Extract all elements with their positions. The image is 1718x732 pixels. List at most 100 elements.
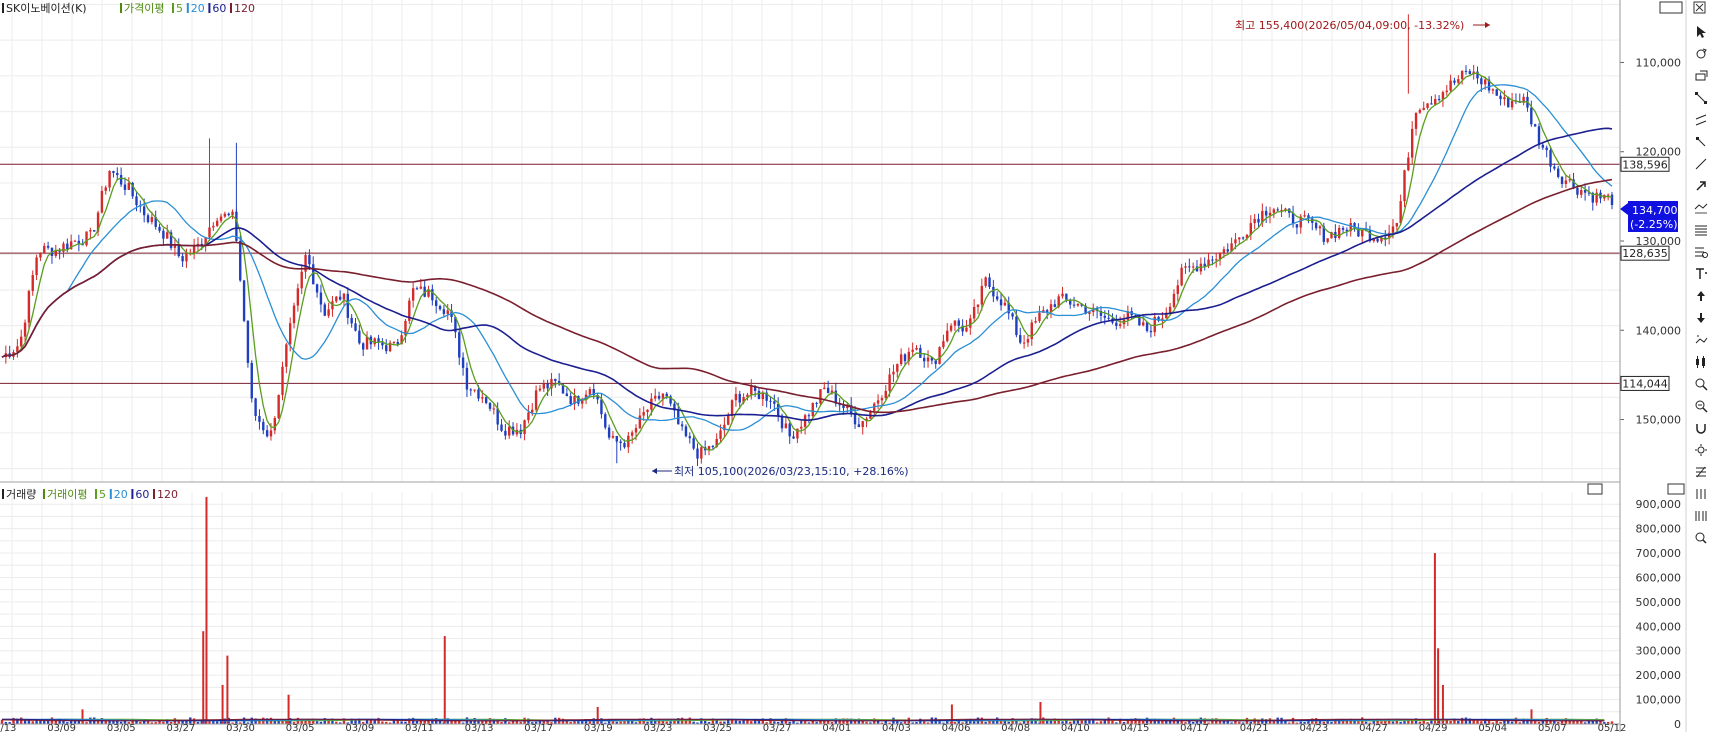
volume-panel-toggle-button[interactable]	[1587, 483, 1603, 495]
candle-body	[1430, 103, 1433, 105]
volume-spike-bar	[1433, 553, 1436, 724]
current-price-pointer	[1620, 203, 1628, 215]
candle-body	[719, 430, 722, 439]
zoom-out-tool-icon[interactable]	[1690, 398, 1712, 416]
candle-body	[1211, 259, 1214, 261]
up-arrow-tool-icon[interactable]	[1690, 288, 1712, 306]
candle-body	[1414, 112, 1418, 129]
low-annotation-text: 최저 105,100(2026/03/23,15:10, +28.16%)	[674, 465, 909, 478]
x-tick-label: 04/03	[882, 723, 911, 732]
volume-panel-controls[interactable]	[1587, 483, 1685, 495]
candle-body	[73, 240, 77, 242]
candle-body	[738, 393, 741, 403]
high-annotation: 최고 155,400(2026/05/04,09:00, -13.32%)	[1235, 19, 1490, 32]
candle-body	[1318, 226, 1322, 229]
candle-body	[1038, 312, 1041, 322]
zoom-in-tool-icon[interactable]	[1690, 376, 1712, 394]
volume-spike-bar	[1530, 709, 1533, 724]
volume-spike-bar	[81, 709, 84, 724]
candle-body	[1142, 322, 1145, 326]
candle-body	[996, 296, 999, 300]
candle-body	[888, 374, 891, 391]
candle-body	[146, 215, 150, 223]
volume-y-tick-label: 500,000	[1636, 596, 1682, 609]
columns-tool-icon[interactable]	[1690, 486, 1712, 504]
candle-body	[488, 403, 492, 409]
fibonacci-zone-tool-icon[interactable]	[1690, 244, 1712, 262]
candle-body	[1376, 238, 1379, 242]
candle-body	[946, 330, 949, 342]
search-icon[interactable]	[1690, 530, 1712, 548]
volume-panel-close-button[interactable]	[1667, 483, 1685, 495]
candle-body	[1011, 313, 1014, 317]
candle-body	[1184, 266, 1187, 268]
candle-body	[288, 323, 292, 345]
candle-body	[162, 230, 165, 239]
candle-body	[1061, 293, 1064, 297]
candle-body	[484, 397, 488, 404]
parallel-lines-tool-icon[interactable]	[1690, 112, 1712, 130]
candle-body	[953, 320, 957, 326]
magnet-tool-icon[interactable]	[1690, 420, 1712, 438]
candle-body	[600, 399, 603, 415]
candle-body	[1464, 70, 1468, 72]
price-panel-controls[interactable]	[1659, 1, 1706, 14]
fibonacci-tool-icon[interactable]	[1690, 222, 1712, 240]
candle-body	[461, 357, 465, 368]
text-tool-icon[interactable]	[1690, 266, 1712, 284]
line-tool-icon[interactable]	[1690, 156, 1712, 174]
candle-body	[269, 430, 273, 437]
volume-spike-bar	[205, 496, 208, 724]
y-tick-label: 150,000	[1636, 414, 1682, 427]
candle-body	[934, 360, 937, 364]
candle-body	[800, 426, 803, 429]
panel-maximize-button[interactable]	[1659, 1, 1683, 14]
candle-body	[1215, 259, 1218, 261]
candle-body	[938, 347, 941, 364]
candle-body	[1257, 218, 1260, 223]
candle-body	[319, 292, 323, 305]
indicator-tool-icon[interactable]	[1690, 464, 1712, 482]
volume-moving-averages	[1, 718, 1605, 722]
candle-body	[949, 325, 953, 331]
candle-body	[350, 317, 353, 324]
candle-body	[1176, 285, 1179, 294]
y-tick-label: 120,000	[1636, 146, 1682, 159]
level-tag-label: 114,044	[1622, 377, 1668, 390]
down-arrow-tool-icon[interactable]	[1690, 310, 1712, 328]
candle-body	[1391, 226, 1395, 233]
auto-trend-tool-icon[interactable]	[1690, 200, 1712, 218]
legend-marker	[230, 3, 232, 13]
volume-y-tick-label: 600,000	[1636, 571, 1682, 584]
legend-marker	[95, 489, 97, 499]
candle-body	[142, 206, 146, 216]
candle-body	[1326, 238, 1329, 242]
delete-drawings-tool-icon[interactable]	[1690, 332, 1712, 350]
candle-body	[1203, 263, 1206, 267]
trendline-tool-icon[interactable]	[1690, 90, 1712, 108]
horizontal-levels[interactable]: 138,596 128,635 114,044	[0, 156, 1670, 391]
settings-tool-icon[interactable]	[1690, 442, 1712, 460]
candle-body	[292, 305, 296, 324]
candle-body	[1541, 144, 1545, 148]
candle-body	[469, 389, 472, 391]
legend-label: SK이노베이션(K)	[6, 2, 87, 15]
ray-tool-icon[interactable]	[1690, 134, 1712, 152]
candle-style-tool-icon[interactable]	[1690, 354, 1712, 372]
candle-body	[638, 415, 642, 429]
volume-y-tick-label: 400,000	[1636, 620, 1682, 633]
y-tick-label: 140,000	[1636, 324, 1682, 337]
pointer-tool-icon[interactable]	[1690, 24, 1712, 42]
grid-tool-icon[interactable]	[1690, 508, 1712, 526]
x-tick-label: 03/30	[226, 723, 255, 732]
legend-marker	[109, 489, 112, 499]
volume-y-tick-label: 100,000	[1636, 694, 1682, 707]
candle-body	[373, 338, 376, 345]
candle-body	[346, 293, 350, 318]
drag-tool-icon[interactable]	[1690, 68, 1712, 86]
rotate-tool-icon[interactable]	[1690, 46, 1712, 64]
candle-body	[819, 389, 822, 404]
arrow-tool-icon[interactable]	[1690, 178, 1712, 196]
candle-body	[219, 216, 223, 221]
candle-body	[861, 421, 864, 428]
